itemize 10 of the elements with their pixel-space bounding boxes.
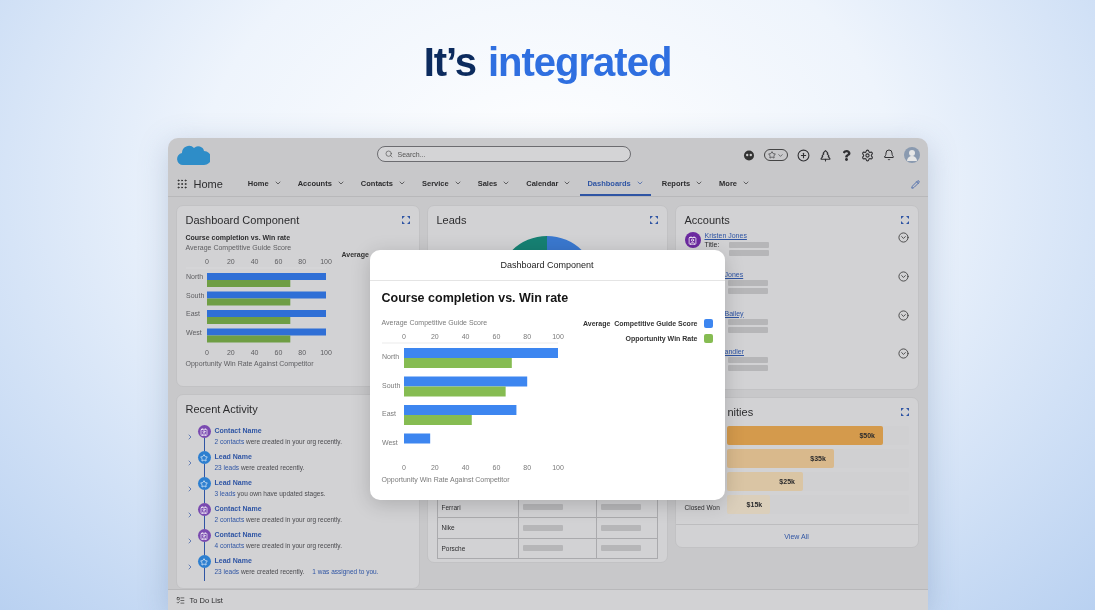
- app-name: Home: [193, 178, 223, 190]
- card-title: Recent Activity: [185, 403, 258, 415]
- chart-title: Course completion vs. Win rate: [381, 291, 570, 305]
- card-title: nities: [727, 406, 754, 418]
- headline-accent: integrated: [487, 39, 672, 85]
- headline: It’s: [423, 39, 476, 85]
- modal-title: Dashboard Component: [500, 260, 594, 270]
- card-title: Dashboard Component: [185, 214, 300, 226]
- card-title: Leads: [436, 214, 467, 226]
- card-title: Accounts: [684, 214, 730, 226]
